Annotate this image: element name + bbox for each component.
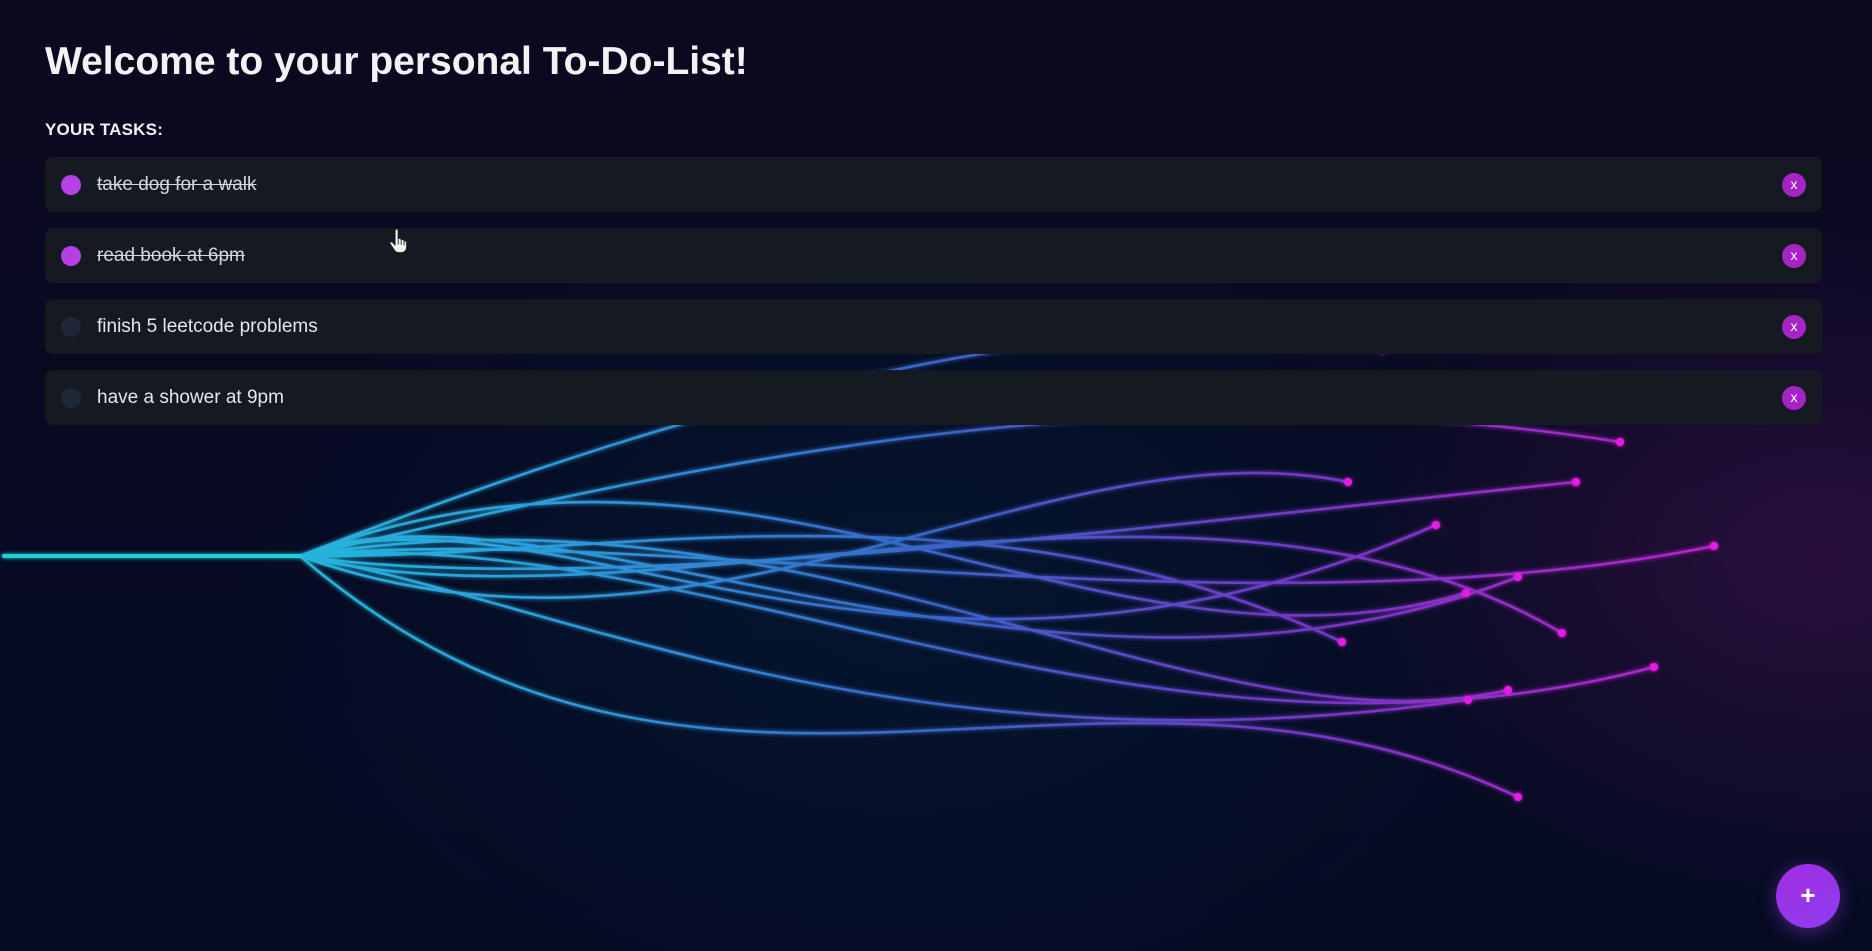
delete-task-button[interactable]: x [1782,314,1806,339]
light-streak [2,551,1656,705]
streak-end-dot [1344,478,1352,486]
streak-end-dot [1710,542,1718,550]
streak-end-dot [1650,663,1658,671]
task-item[interactable]: finish 5 leetcode problems x [45,299,1822,354]
streak-end-dot [1462,589,1470,597]
streak-end-dot [1504,686,1512,694]
task-item[interactable]: take dog for a walk x [45,157,1822,212]
task-checkbox-icon[interactable] [61,245,81,266]
task-item[interactable]: have a shower at 9pm x [45,370,1822,425]
light-streak [2,535,1564,635]
task-text[interactable]: read book at 6pm [97,245,245,267]
task-checkbox-icon[interactable] [61,387,81,408]
background-light-streaks [2,332,1718,801]
page-title: Welcome to your personal To-Do-List! [45,40,748,83]
streak-end-dot [1338,638,1346,646]
streak-end-dot [1464,696,1472,704]
tasks-section-label: YOUR TASKS: [45,120,164,139]
streak-end-dot [1514,573,1522,581]
light-streak [2,500,1468,617]
task-text[interactable]: take dog for a walk [97,174,256,196]
streak-end-dot [1514,793,1522,801]
light-streak [2,535,1520,639]
delete-task-button[interactable]: x [1782,243,1806,268]
task-list: take dog for a walk x read book at 6pm x… [45,157,1822,441]
light-streak [2,554,1520,799]
task-text[interactable]: have a shower at 9pm [97,387,284,409]
light-streak [2,554,1470,722]
delete-task-button[interactable]: x [1782,385,1806,410]
delete-task-button[interactable]: x [1782,172,1806,197]
add-task-button[interactable]: + [1776,864,1840,928]
light-streak [2,538,1510,703]
streak-end-dot [1558,629,1566,637]
task-checkbox-icon[interactable] [61,316,81,337]
streak-end-dot [1432,521,1440,529]
todo-app: Welcome to your personal To-Do-List! YOU… [0,0,1872,951]
task-checkbox-icon[interactable] [61,174,81,195]
task-text[interactable]: finish 5 leetcode problems [97,316,318,338]
streak-end-dot [1572,478,1580,486]
task-item[interactable]: read book at 6pm x [45,228,1822,283]
